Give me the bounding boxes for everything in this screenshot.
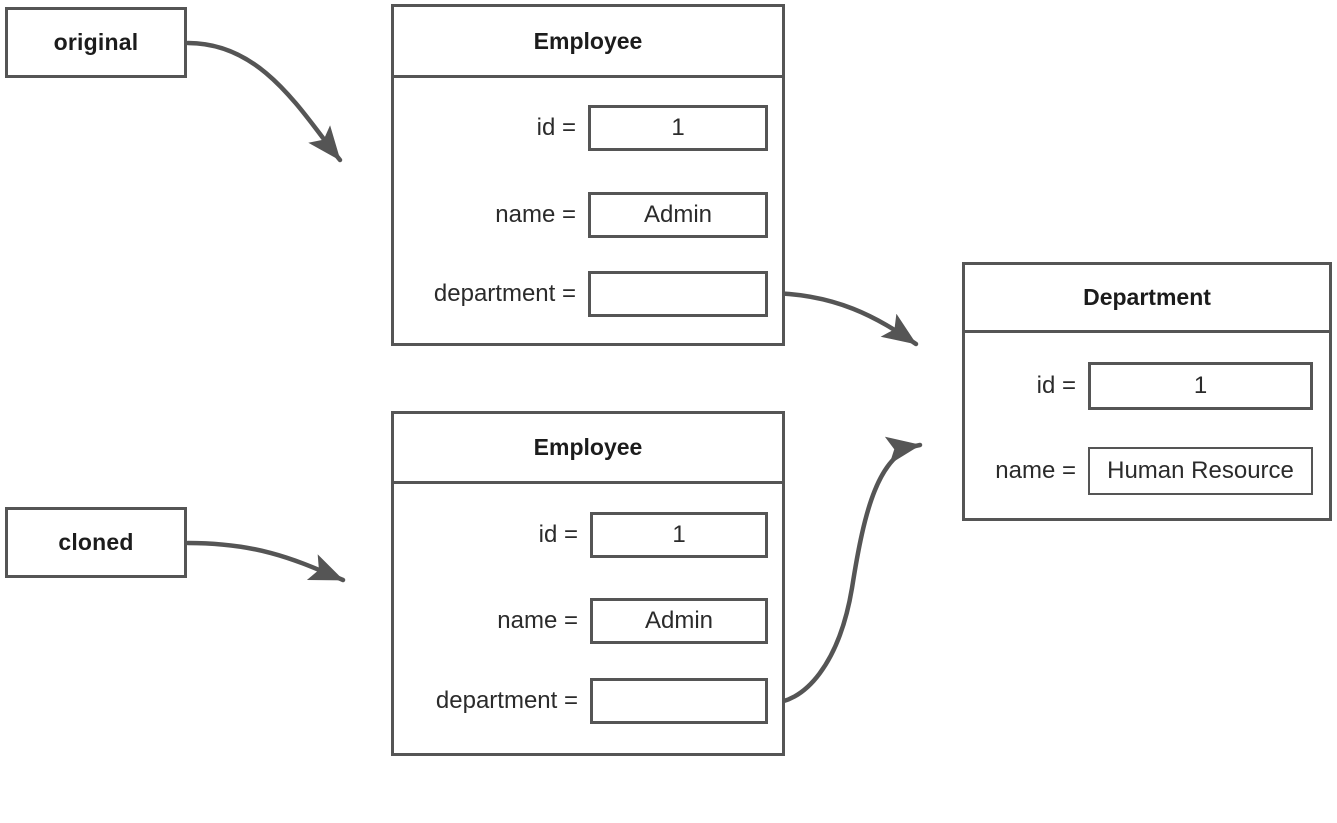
- field-value-name-text: Human Resource: [1107, 457, 1294, 484]
- tag-cloned-label: cloned: [58, 529, 134, 555]
- field-value-name[interactable]: Human Resource: [1088, 447, 1313, 495]
- field-value-id-text: 1: [672, 521, 686, 548]
- field-value-name[interactable]: Admin: [590, 598, 768, 644]
- field-label-id: id =: [538, 521, 578, 548]
- field-value-id-text: 1: [1193, 372, 1208, 399]
- field-value-id[interactable]: 1: [588, 105, 768, 151]
- field-value-name-text: Admin: [644, 607, 714, 634]
- object-box-employee-cloned[interactable]: Employee id = 1 name = Admin department …: [391, 411, 785, 756]
- field-row-department: department =: [394, 271, 768, 317]
- field-row-name: name = Admin: [394, 192, 768, 238]
- object-body-employee-cloned: id = 1 name = Admin department =: [394, 484, 782, 823]
- field-row-department: department =: [394, 678, 768, 724]
- field-value-department[interactable]: [588, 271, 768, 317]
- object-title-department: Department: [1083, 284, 1211, 310]
- tag-original[interactable]: original: [5, 7, 187, 78]
- field-label-department: department =: [435, 687, 578, 714]
- object-box-department[interactable]: Department id = 1 name = Human Resource: [962, 262, 1332, 521]
- field-value-id-text: 1: [671, 114, 685, 141]
- field-value-id[interactable]: 1: [1088, 362, 1313, 410]
- field-row-id: id = 1: [394, 512, 768, 558]
- field-label-name: name =: [495, 201, 576, 228]
- tag-cloned[interactable]: cloned: [5, 507, 187, 578]
- field-row-id: id = 1: [965, 362, 1313, 410]
- edge-cloned-to-employee: [185, 540, 346, 583]
- field-label-name: name =: [995, 457, 1076, 484]
- object-box-employee-original[interactable]: Employee id = 1 name = Admin department …: [391, 4, 785, 346]
- object-body-department: id = 1 name = Human Resource: [965, 333, 1329, 586]
- field-label-id: id =: [1036, 372, 1076, 399]
- object-header-department: Department: [965, 265, 1329, 333]
- field-value-name-text: Admin: [643, 201, 713, 228]
- field-row-name: name = Human Resource: [965, 447, 1313, 495]
- field-value-department[interactable]: [590, 678, 768, 724]
- edge-original-to-employee: [185, 40, 343, 163]
- field-row-name: name = Admin: [394, 598, 768, 644]
- object-body-employee-original: id = 1 name = Admin department =: [394, 78, 782, 414]
- object-title-employee-original: Employee: [533, 27, 643, 54]
- edge-employee-cloned-department-to-department: [763, 436, 923, 706]
- field-label-id: id =: [536, 114, 576, 141]
- tag-original-label: original: [53, 29, 139, 55]
- object-header-employee-cloned: Employee: [394, 414, 782, 484]
- object-title-employee-cloned: Employee: [533, 434, 643, 460]
- edge-employee-original-department-to-department: [763, 290, 919, 347]
- field-label-name: name =: [497, 607, 578, 634]
- field-label-department: department =: [433, 280, 576, 307]
- diagram-canvas: original cloned Employee id = 1 name = A…: [0, 0, 1337, 756]
- field-value-name[interactable]: Admin: [588, 192, 768, 238]
- object-header-employee-original: Employee: [394, 7, 782, 78]
- field-row-id: id = 1: [394, 105, 768, 151]
- field-value-id[interactable]: 1: [590, 512, 768, 558]
